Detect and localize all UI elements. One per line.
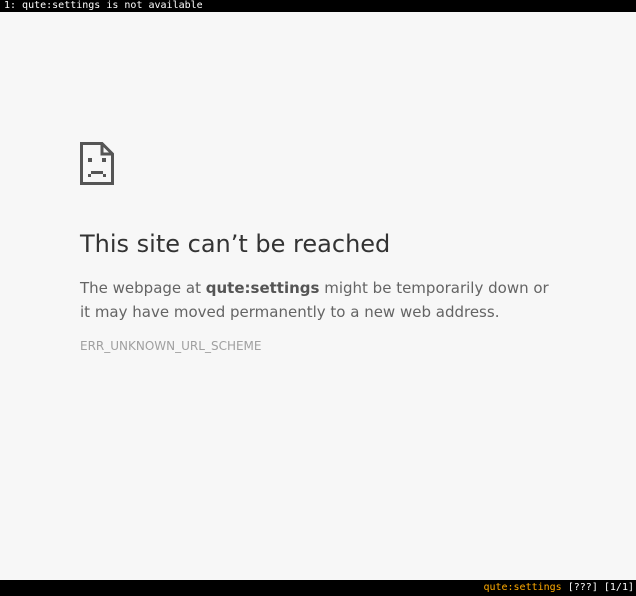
error-code: ERR_UNKNOWN_URL_SCHEME <box>80 339 262 353</box>
status-bar: qute:settings [???] [1/1] <box>0 580 636 596</box>
error-url: qute:settings <box>205 279 320 297</box>
error-description: The webpage at qute:settings might be te… <box>80 276 560 324</box>
error-title: This site can’t be reached <box>80 230 391 258</box>
error-page: This site can’t be reached The webpage a… <box>0 12 636 580</box>
tab-bar: 1: qute:settings is not available <box>0 0 636 12</box>
status-history: [???] <box>567 582 598 593</box>
status-url: qute:settings <box>483 582 562 593</box>
error-description-prefix: The webpage at <box>80 279 206 297</box>
tab-1[interactable]: 1: qute:settings is not available <box>0 0 203 12</box>
status-tab-index: [1/1] <box>603 582 634 593</box>
status-right: qute:settings [???] [1/1] <box>483 580 636 596</box>
sad-page-icon <box>80 142 114 185</box>
